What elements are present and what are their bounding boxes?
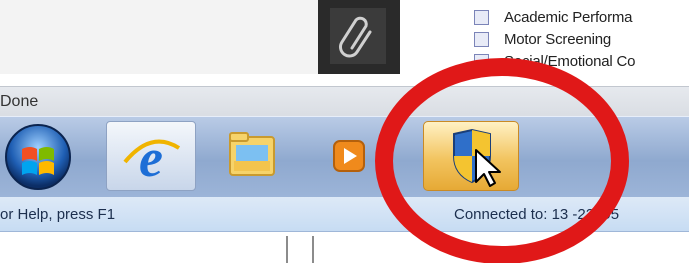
cursor-icon — [475, 149, 501, 187]
checklist-label: Motor Screening — [504, 30, 612, 48]
checkbox[interactable] — [474, 9, 489, 25]
application-status-bar: or Help, press F1 Connected to: 13 -2289… — [0, 197, 689, 232]
splitter-handle[interactable] — [286, 236, 314, 263]
checkbox[interactable] — [474, 31, 489, 47]
windows-explorer-button[interactable] — [212, 121, 292, 191]
internet-explorer-button[interactable]: e — [106, 121, 196, 191]
checklist-label: Academic Performa — [504, 8, 633, 26]
windows-logo-icon — [5, 124, 71, 190]
checklist-item[interactable]: Academic Performa — [474, 8, 633, 26]
checkbox[interactable] — [474, 53, 489, 69]
taskbar: e — [0, 116, 689, 198]
attachment-button[interactable] — [330, 8, 386, 64]
app-background — [0, 0, 318, 74]
svg-text:e: e — [139, 128, 163, 188]
checklist-item[interactable]: Motor Screening — [474, 30, 611, 48]
media-player-button[interactable] — [316, 121, 386, 191]
browser-status-bar: Done — [0, 86, 689, 117]
screening-checklist: Academic Performa Motor Screening Social… — [400, 0, 689, 74]
connection-status: Connected to: 13 -22895 — [454, 206, 620, 223]
checklist-item[interactable]: Social/Emotional Co — [474, 52, 635, 70]
status-text: Done — [0, 93, 39, 110]
folder-icon — [229, 132, 275, 176]
checklist-label: Social/Emotional Co — [504, 52, 636, 70]
media-play-icon — [333, 140, 365, 172]
security-shield-button[interactable] — [423, 121, 519, 191]
window-bottom — [0, 232, 689, 263]
start-button[interactable] — [0, 121, 78, 191]
help-hint: or Help, press F1 — [0, 206, 116, 223]
ie-logo-icon: e — [123, 128, 181, 188]
paperclip-icon — [339, 16, 372, 58]
